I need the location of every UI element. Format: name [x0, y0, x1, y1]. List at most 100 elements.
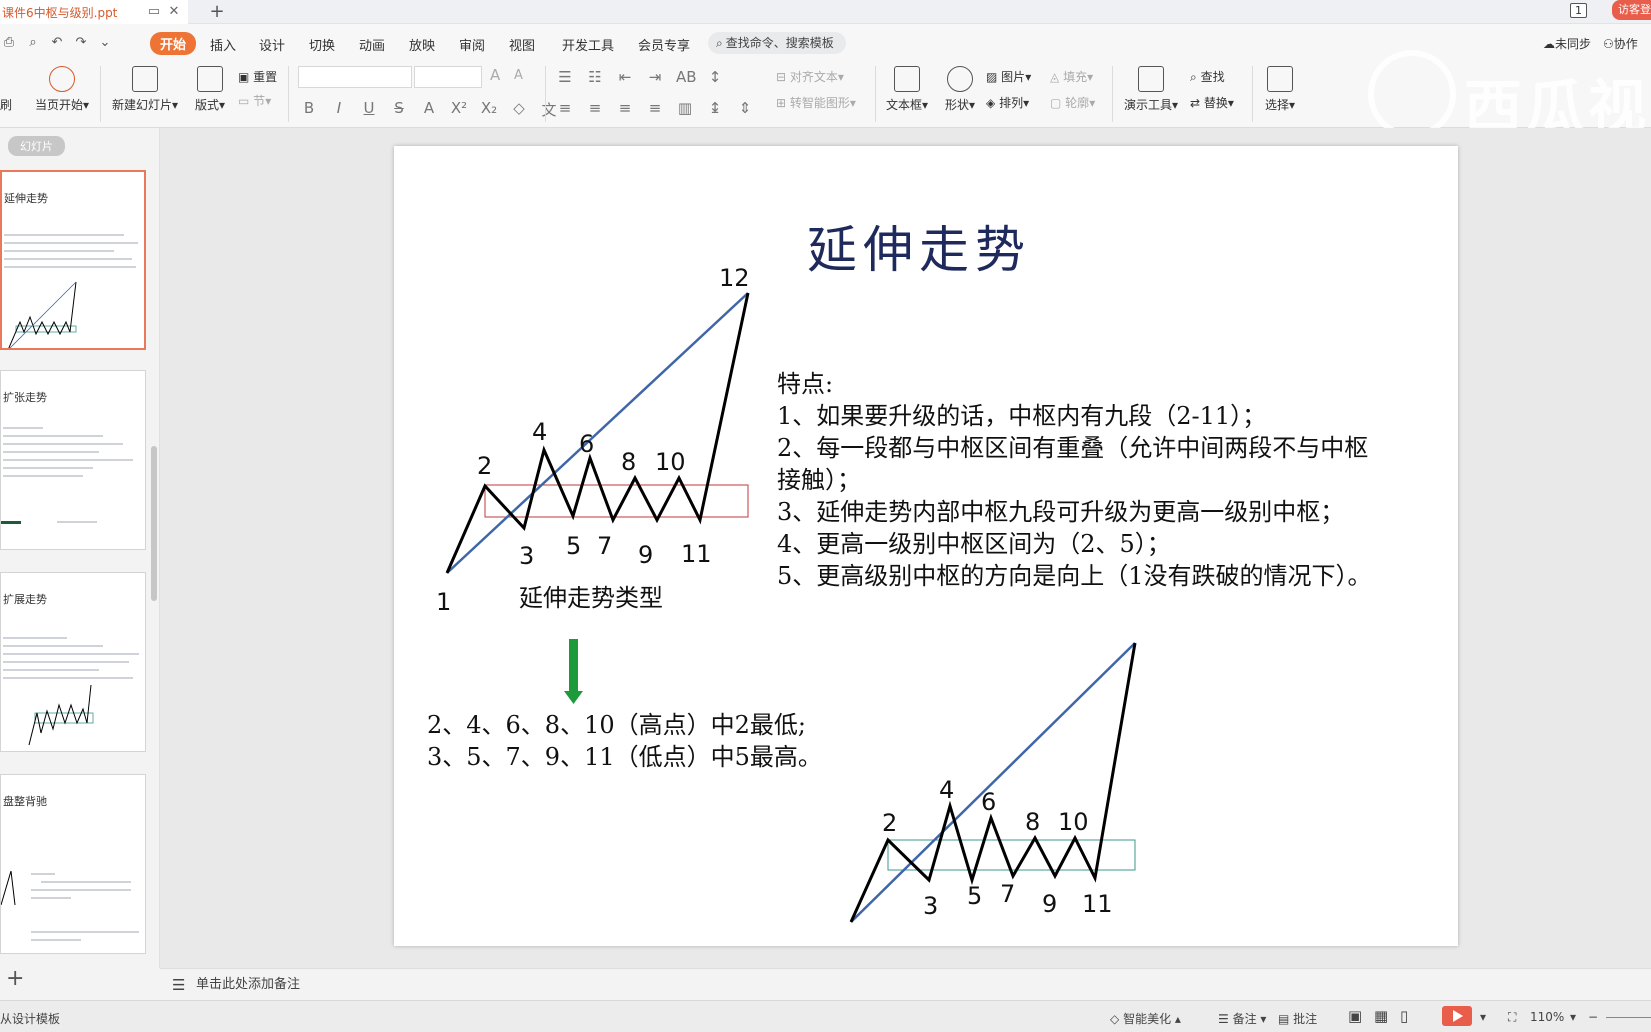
- visitor-login-button[interactable]: 访客登: [1612, 0, 1651, 20]
- slide-thumbnail-4[interactable]: 盘整背驰: [0, 774, 146, 954]
- features-text-box[interactable]: 特点: 1、如果要升级的话，中枢内有九段（2-11）； 2、每一段都与中枢区间有…: [777, 368, 1372, 592]
- normal-view-icon[interactable]: ▣: [1348, 1007, 1362, 1025]
- slide-thumbnail-1[interactable]: 延伸走势: [0, 170, 146, 350]
- decrease-font-icon[interactable]: A: [514, 68, 523, 83]
- align-left-icon[interactable]: ≡: [556, 99, 574, 117]
- sync-status[interactable]: ☁未同步: [1543, 35, 1591, 52]
- align-center-icon[interactable]: ≡: [586, 99, 604, 117]
- top-label-2[interactable]: 2: [477, 452, 492, 480]
- document-tab[interactable]: 课件6中枢与级别.ppt ▭ ✕: [0, 0, 188, 24]
- text-box-button[interactable]: 文本框▾: [884, 66, 930, 113]
- slideshow-options-chevron-icon[interactable]: ▾: [1480, 1010, 1486, 1024]
- slide-sorter-icon[interactable]: ▦: [1374, 1007, 1388, 1025]
- top-label-5[interactable]: 5: [566, 532, 581, 560]
- eraser-icon[interactable]: ◇: [510, 99, 528, 120]
- shape-button[interactable]: 形状▾: [940, 66, 980, 113]
- align-text-button[interactable]: ⊟ 对齐文本▾: [776, 68, 844, 85]
- zoom-level[interactable]: 110%: [1530, 1010, 1564, 1024]
- top-label-11[interactable]: 11: [681, 540, 712, 568]
- bottom-label-4[interactable]: 4: [939, 776, 954, 804]
- menu-tab-animation[interactable]: 动画: [359, 35, 385, 54]
- window-count-badge[interactable]: 1: [1570, 3, 1587, 18]
- justify-icon[interactable]: ≡: [646, 99, 664, 117]
- text-direction-icon[interactable]: AB: [676, 68, 697, 86]
- font-size-select[interactable]: [414, 66, 482, 88]
- new-slide-button[interactable]: 新建幻灯片▾: [110, 66, 180, 113]
- bullet-list-icon[interactable]: ☰: [556, 68, 574, 86]
- menu-tab-design[interactable]: 设计: [259, 35, 285, 54]
- top-label-1[interactable]: 1: [436, 588, 451, 616]
- line-spacing-icon[interactable]: ↨: [706, 99, 724, 117]
- subscript-icon[interactable]: X₂: [480, 99, 498, 120]
- fit-window-icon[interactable]: ⛶: [1508, 1010, 1516, 1025]
- distribute-icon[interactable]: ▥: [676, 99, 694, 117]
- start-slideshow-button[interactable]: [1442, 1006, 1472, 1026]
- reset-button[interactable]: ▣ 重置: [238, 68, 277, 85]
- align-right-icon[interactable]: ≡: [616, 99, 634, 117]
- add-slide-icon[interactable]: +: [6, 966, 24, 991]
- bottom-label-5[interactable]: 5: [967, 882, 982, 910]
- top-trend-line[interactable]: [446, 292, 749, 574]
- superscript-icon[interactable]: X²: [450, 99, 468, 120]
- print-preview-icon[interactable]: ⌕: [24, 34, 42, 52]
- bottom-label-6[interactable]: 6: [981, 788, 996, 816]
- comments-button[interactable]: ▤ 批注: [1278, 1010, 1317, 1027]
- command-search-box[interactable]: ⌕ 查找命令、搜索模板: [708, 32, 846, 54]
- bottom-label-2[interactable]: 2: [882, 809, 897, 837]
- new-tab-button[interactable]: +: [206, 1, 228, 22]
- select-button[interactable]: 选择▾: [1260, 66, 1300, 113]
- increase-font-icon[interactable]: A: [490, 66, 500, 84]
- menu-tab-home[interactable]: 开始: [150, 32, 197, 55]
- strikethrough-icon[interactable]: S: [390, 99, 408, 120]
- numbered-list-icon[interactable]: ☷: [586, 68, 604, 86]
- menu-tab-slideshow[interactable]: 放映: [409, 35, 435, 54]
- layout-button[interactable]: 版式▾: [192, 66, 228, 113]
- bottom-label-9[interactable]: 9: [1042, 890, 1057, 918]
- outline-button[interactable]: ▢ 轮廓▾: [1050, 94, 1095, 111]
- bottom-label-10[interactable]: 10: [1058, 808, 1089, 836]
- bold-icon[interactable]: B: [300, 99, 318, 120]
- slide-canvas[interactable]: 延伸走势 1 2 3 4 5 6 7 8 9 10 11 12 2 3 4 5 …: [394, 146, 1458, 946]
- top-label-3[interactable]: 3: [519, 542, 534, 570]
- top-label-9[interactable]: 9: [638, 541, 653, 569]
- decrease-indent-icon[interactable]: ⇤: [616, 68, 634, 86]
- presentation-tools-button[interactable]: 演示工具▾: [1120, 66, 1182, 113]
- reading-view-icon[interactable]: ▯: [1400, 1007, 1408, 1025]
- notes-toggle-button[interactable]: ☰ 备注 ▾: [1218, 1010, 1266, 1027]
- picture-button[interactable]: ▨ 图片▾: [986, 68, 1031, 85]
- customize-chevron-icon[interactable]: ⌄: [96, 34, 114, 52]
- collaborate-button[interactable]: ⚇协作: [1603, 35, 1638, 52]
- paragraph-spacing-icon[interactable]: ⇕: [736, 99, 754, 117]
- menu-tab-member[interactable]: 会员专享: [638, 35, 690, 54]
- menu-tab-transition[interactable]: 切换: [309, 35, 335, 54]
- zoom-chevron-icon[interactable]: ▾: [1570, 1010, 1576, 1024]
- replace-button[interactable]: ⇄ 替换▾: [1190, 94, 1234, 111]
- bottom-trend-line[interactable]: [850, 642, 1136, 923]
- smart-graphic-button[interactable]: ⊞ 转智能图形▾: [776, 94, 856, 111]
- highs-lows-text-box[interactable]: 2、4、6、8、10（高点）中2最低; 3、5、7、9、11（低点）中5最高。: [427, 709, 822, 773]
- menu-tab-review[interactable]: 审阅: [459, 35, 485, 54]
- increase-indent-icon[interactable]: ⇥: [646, 68, 664, 86]
- top-label-4[interactable]: 4: [532, 418, 547, 446]
- find-button[interactable]: ⌕ 查找: [1190, 68, 1225, 85]
- slide-thumbnail-2[interactable]: 扩张走势: [0, 370, 146, 550]
- design-template-link[interactable]: 从设计模板: [0, 1010, 60, 1027]
- down-arrow-shaft[interactable]: [569, 639, 578, 691]
- top-label-7[interactable]: 7: [597, 532, 612, 560]
- top-label-12[interactable]: 12: [719, 264, 750, 292]
- down-arrow-head[interactable]: [564, 691, 583, 704]
- menu-tab-developer[interactable]: 开发工具: [562, 35, 614, 54]
- format-brush-button[interactable]: 刷: [0, 96, 12, 113]
- underline-icon[interactable]: U: [360, 99, 378, 120]
- notes-bar[interactable]: ☰ 单击此处添加备注: [160, 968, 1651, 1000]
- print-icon[interactable]: ⎙: [0, 34, 18, 52]
- monitor-icon[interactable]: ▭: [146, 4, 162, 20]
- zoom-out-icon[interactable]: −: [1588, 1010, 1598, 1024]
- font-color-icon[interactable]: A: [420, 99, 438, 120]
- zoom-slider[interactable]: [1606, 1017, 1651, 1018]
- section-button[interactable]: ▭ 节▾: [238, 92, 271, 109]
- font-family-select[interactable]: [298, 66, 412, 88]
- slides-panel-label[interactable]: 幻灯片: [8, 136, 65, 156]
- slide-thumbnail-3[interactable]: 扩展走势: [0, 572, 146, 752]
- bottom-label-3[interactable]: 3: [923, 892, 938, 920]
